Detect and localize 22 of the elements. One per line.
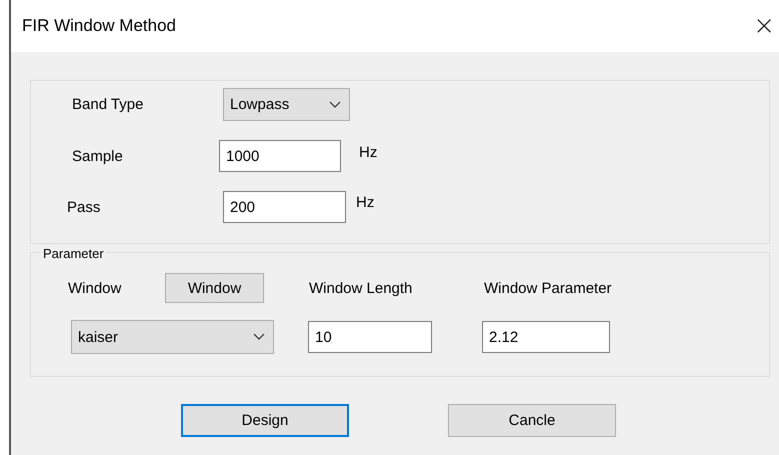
group-legend: Parameter: [41, 246, 106, 261]
dropdown[interactable]: Lowpass: [223, 88, 350, 121]
field-label: Window Length: [309, 280, 414, 296]
unit-label: Hz: [356, 194, 374, 210]
cancel-button[interactable]: Cancle: [448, 404, 616, 437]
input-field[interactable]: 200: [223, 191, 346, 223]
unit-label: Hz: [359, 144, 378, 160]
field-label: Window: [68, 280, 122, 296]
field-label: Sample: [72, 148, 124, 164]
chevron-icon: [253, 333, 265, 341]
field-label: Pass: [67, 198, 102, 216]
window-title: FIR Window Method: [22, 16, 176, 36]
chevron-icon: [329, 100, 341, 108]
field-label: Band Type: [72, 96, 144, 113]
input-field[interactable]: 1000: [219, 140, 341, 172]
input-field[interactable]: 10: [308, 321, 432, 353]
input-field[interactable]: 2.12: [482, 321, 610, 353]
design-button[interactable]: Design: [181, 404, 349, 437]
window-button[interactable]: Window: [165, 273, 264, 303]
close-button[interactable]: ×: [753, 13, 775, 39]
dropdown[interactable]: kaiser: [71, 320, 274, 354]
field-label: Window Parameter: [484, 280, 612, 296]
